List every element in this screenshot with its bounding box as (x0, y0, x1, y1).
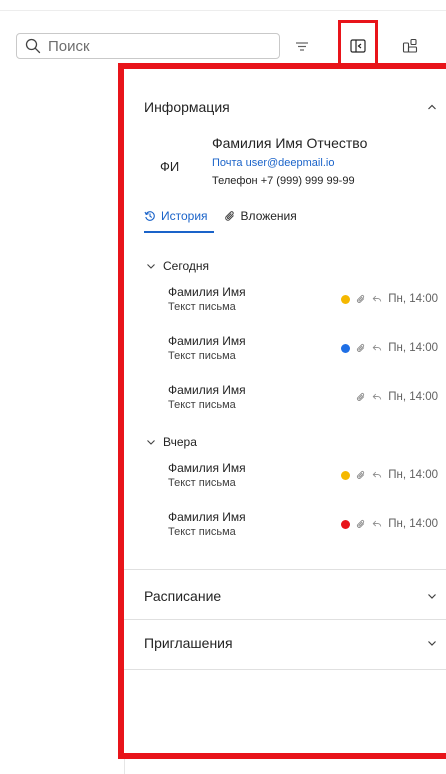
section-divider (124, 619, 446, 620)
category-dot-red (341, 519, 351, 529)
phone-label: Телефон (212, 175, 258, 187)
category-dot-blue (341, 343, 351, 353)
email-label: Почта (212, 157, 243, 169)
invitations-section-title: Приглашения (144, 635, 233, 651)
grid-add-icon (402, 38, 418, 53)
mail-meta: Пн, 14:00 (341, 469, 438, 481)
attachment-icon (357, 520, 365, 528)
history-mail-item[interactable]: Фамилия Имя Текст письма Пн, 14:00 (168, 383, 438, 417)
mail-snippet: Текст письма (168, 399, 236, 411)
history-mail-item[interactable]: Фамилия Имя Текст письма Пн, 14:00 (168, 461, 438, 495)
schedule-section-title: Расписание (144, 588, 222, 604)
mail-snippet: Текст письма (168, 350, 236, 362)
group-today-header[interactable]: Сегодня (146, 259, 209, 273)
section-divider (124, 669, 446, 670)
group-yesterday-label: Вчера (163, 435, 197, 449)
side-panel-icon (350, 39, 366, 53)
chevron-down-icon[interactable] (426, 590, 438, 602)
invitations-section-header[interactable]: Приглашения (144, 635, 438, 651)
schedule-section-header[interactable]: Расписание (144, 588, 438, 604)
mail-sender: Фамилия Имя (168, 461, 246, 475)
mail-meta: Пн, 14:00 (356, 391, 438, 403)
active-tab-indicator (144, 231, 214, 233)
mail-sender: Фамилия Имя (168, 285, 246, 299)
add-widget-button[interactable] (398, 34, 422, 58)
attachment-icon (357, 471, 365, 479)
contact-phone-row: Телефон +7 (999) 999 99-99 (212, 175, 355, 187)
toggle-side-panel-button[interactable] (338, 26, 378, 66)
history-icon (144, 211, 155, 221)
mail-sender: Фамилия Имя (168, 510, 246, 524)
mail-meta: Пн, 14:00 (341, 342, 438, 354)
search-box[interactable] (16, 33, 280, 59)
mail-snippet: Текст письма (168, 526, 236, 538)
info-section-title: Информация (144, 99, 230, 115)
contact-full-name: Фамилия Имя Отчество (212, 135, 368, 151)
info-section-header[interactable]: Информация (144, 99, 438, 115)
tab-history-label: История (161, 209, 208, 223)
tab-attachments[interactable]: Вложения (224, 209, 297, 223)
mail-meta: Пн, 14:00 (341, 518, 438, 530)
reply-icon (372, 295, 382, 302)
mail-time: Пн, 14:00 (388, 391, 438, 403)
paperclip-icon (224, 211, 234, 221)
mail-time: Пн, 14:00 (388, 518, 438, 530)
attachment-icon (357, 393, 365, 401)
history-mail-item[interactable]: Фамилия Имя Текст письма Пн, 14:00 (168, 285, 438, 319)
history-mail-item[interactable]: Фамилия Имя Текст письма Пн, 14:00 (168, 510, 438, 544)
mail-snippet: Текст письма (168, 301, 236, 313)
category-dot-yellow (341, 470, 351, 480)
search-input[interactable] (48, 37, 248, 55)
contact-initials: ФИ (160, 159, 180, 174)
category-dot-yellow (341, 294, 351, 304)
section-divider (124, 569, 446, 570)
group-yesterday-header[interactable]: Вчера (146, 435, 197, 449)
tab-history[interactable]: История (144, 209, 208, 223)
mail-time: Пн, 14:00 (388, 342, 438, 354)
panel-tabs: История Вложения (144, 209, 313, 223)
contact-phone: +7 (999) 999 99-99 (260, 175, 355, 187)
mail-sender: Фамилия Имя (168, 334, 246, 348)
chevron-up-icon[interactable] (426, 101, 438, 113)
chevron-down-icon (147, 440, 155, 445)
contact-email-link[interactable]: user@deepmail.io (246, 157, 335, 169)
chevron-down-icon (147, 264, 155, 269)
attachment-icon (357, 295, 365, 303)
mail-snippet: Текст письма (168, 477, 236, 489)
contact-email-row[interactable]: Почта user@deepmail.io (212, 157, 334, 169)
group-today-label: Сегодня (163, 259, 209, 273)
chevron-down-icon[interactable] (426, 637, 438, 649)
attachment-icon (357, 344, 365, 352)
filter-button[interactable] (290, 34, 314, 58)
mail-meta: Пн, 14:00 (341, 293, 438, 305)
reply-icon (372, 520, 382, 527)
filter-icon (296, 42, 308, 51)
mail-time: Пн, 14:00 (388, 469, 438, 481)
mail-time: Пн, 14:00 (388, 293, 438, 305)
top-divider (0, 10, 446, 11)
reply-icon (372, 344, 382, 351)
tab-attachments-label: Вложения (240, 209, 297, 223)
search-icon (25, 38, 41, 54)
reply-icon (372, 471, 382, 478)
mail-sender: Фамилия Имя (168, 383, 246, 397)
contact-side-panel: Информация ФИ Фамилия Имя Отчество Почта… (118, 63, 446, 759)
history-mail-item[interactable]: Фамилия Имя Текст письма Пн, 14:00 (168, 334, 438, 368)
reply-icon (372, 393, 382, 400)
